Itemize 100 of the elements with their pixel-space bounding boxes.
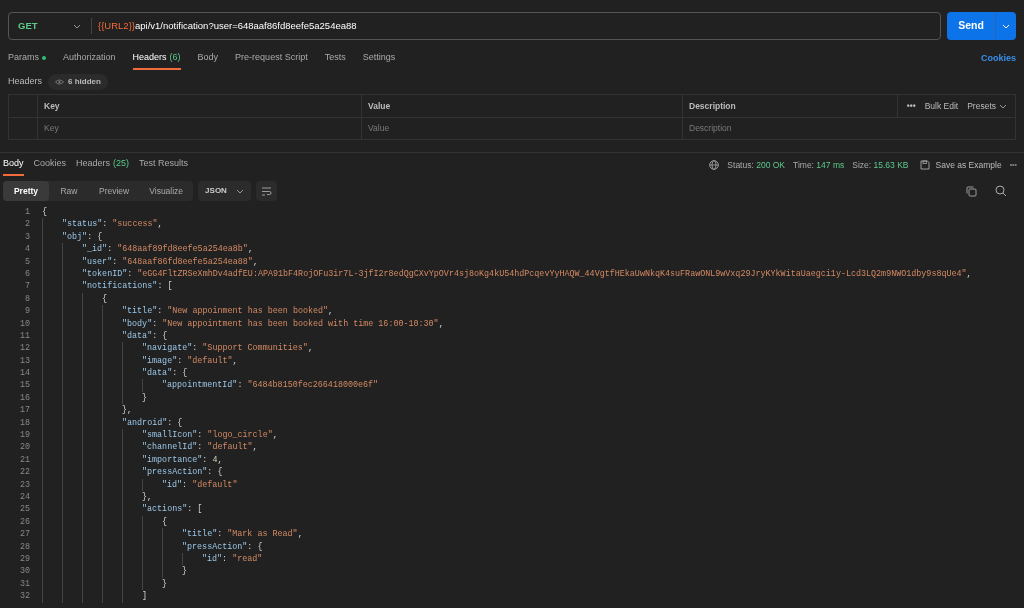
line-number: 18 bbox=[18, 416, 30, 430]
wrap-lines-button[interactable] bbox=[255, 181, 277, 201]
view-mode-tab[interactable]: Visualize bbox=[139, 181, 194, 201]
code-line: "user": "648aaf86fd8eefe5a254ea88", bbox=[82, 255, 258, 268]
line-number: 8 bbox=[23, 292, 30, 306]
response-tab[interactable]: Cookies bbox=[33, 154, 67, 176]
hidden-headers-toggle[interactable]: 6 hidden bbox=[48, 74, 108, 90]
code-line: "title": "Mark as Read", bbox=[182, 528, 303, 541]
copy-icon bbox=[966, 185, 977, 197]
line-number: 13 bbox=[18, 354, 30, 368]
line-number: 1 bbox=[23, 206, 30, 219]
save-as-example-button[interactable]: Save as Example bbox=[920, 158, 1002, 172]
code-line: { bbox=[162, 515, 168, 529]
line-number: 28 bbox=[18, 540, 30, 553]
request-tab[interactable]: Settings bbox=[362, 48, 396, 70]
response-tab[interactable]: Body bbox=[3, 154, 24, 176]
code-line: { bbox=[102, 292, 108, 306]
chevron-down-icon bbox=[235, 188, 244, 194]
code-line: "smallIcon": "logo_circle", bbox=[142, 429, 278, 442]
line-number: 24 bbox=[18, 491, 30, 504]
url-bar[interactable]: GET {{URL2}}api/v1/notification?user=648aaf86fd8eefe5a254ea88 bbox=[8, 12, 941, 40]
request-tab[interactable]: Pre-request Script bbox=[235, 48, 308, 70]
code-line: "pressAction": { bbox=[182, 540, 263, 553]
code-line: } bbox=[182, 565, 188, 578]
wrap-icon bbox=[260, 186, 272, 196]
request-tab[interactable]: Body bbox=[197, 48, 219, 70]
cookies-link[interactable]: Cookies bbox=[981, 52, 1016, 66]
section-title: Headers bbox=[8, 75, 43, 89]
code-line: "_id": "648aaf89fd8eefe5a254ea8b", bbox=[82, 243, 253, 256]
response-tab[interactable]: Headers (25) bbox=[76, 154, 130, 176]
line-number: 17 bbox=[18, 404, 30, 417]
line-number: 3 bbox=[23, 230, 30, 244]
chevron-down-icon bbox=[73, 23, 81, 29]
line-number: 12 bbox=[18, 342, 30, 355]
code-line: } bbox=[162, 577, 168, 591]
line-number: 27 bbox=[18, 528, 30, 541]
line-number: 22 bbox=[18, 466, 30, 479]
eye-icon bbox=[55, 79, 65, 85]
line-number: 23 bbox=[18, 478, 30, 491]
line-number: 14 bbox=[18, 367, 30, 380]
request-tab[interactable]: Tests bbox=[324, 48, 346, 70]
code-line: ] bbox=[142, 590, 148, 603]
column-header: Description bbox=[683, 95, 898, 117]
code-line: "android": { bbox=[122, 416, 183, 430]
line-number: 11 bbox=[18, 329, 30, 343]
view-mode-tab[interactable]: Preview bbox=[89, 181, 140, 201]
request-tab[interactable]: Params bbox=[8, 48, 46, 70]
code-line: }, bbox=[122, 404, 133, 417]
header-input[interactable]: Key bbox=[38, 118, 362, 139]
line-number: 26 bbox=[18, 515, 30, 529]
line-number: 16 bbox=[18, 391, 30, 405]
column-header: Value bbox=[362, 95, 683, 117]
line-number: 10 bbox=[18, 317, 30, 330]
line-number: 31 bbox=[18, 577, 30, 591]
line-number: 2 bbox=[23, 218, 30, 231]
response-tab[interactable]: Test Results bbox=[139, 154, 189, 176]
code-line: "obj": { bbox=[62, 230, 103, 244]
code-line: } bbox=[142, 391, 148, 405]
globe-icon bbox=[709, 160, 720, 170]
copy-button[interactable] bbox=[966, 185, 977, 197]
line-number: 4 bbox=[23, 243, 30, 256]
presets-dropdown[interactable]: Presets bbox=[967, 99, 1007, 113]
method-dropdown[interactable]: GET bbox=[9, 13, 91, 39]
save-icon bbox=[920, 160, 931, 170]
line-number: 9 bbox=[23, 305, 30, 318]
chevron-down-icon bbox=[1002, 23, 1010, 29]
request-tab[interactable]: Headers (6) bbox=[132, 48, 181, 70]
code-line: { bbox=[42, 206, 48, 219]
code-line: "tokenID": "eGG4FltZRSeXmhDv4adfEU:APA91bF4RojOFu3ir7L-3jfI2r8edQgCXvYpOVr4sj8oKg4kU54hdPcqevYyHAQW_44VgtfHEkaUwNkqK4suFRawONL9wVxq29JryKYkWitaUaegci1y-Lcd3LQ2m9NWO1dby9s8qUe4", bbox=[82, 267, 972, 281]
request-tab[interactable]: Authorization bbox=[63, 48, 116, 70]
chevron-down-icon bbox=[999, 103, 1007, 109]
code-line: "id": "read" bbox=[202, 552, 263, 566]
code-line: "data": { bbox=[122, 329, 168, 343]
request-url[interactable]: {{URL2}}api/v1/notification?user=648aaf86fd8eefe5a254ea88 bbox=[98, 18, 357, 34]
view-mode-tab[interactable]: Raw bbox=[49, 181, 89, 201]
code-line: "id": "default" bbox=[162, 478, 238, 491]
more-options-button[interactable]: ••• bbox=[906, 99, 916, 113]
code-line: "navigate": "Support Communities", bbox=[142, 342, 313, 355]
line-number: 19 bbox=[18, 429, 30, 442]
search-button[interactable] bbox=[995, 185, 1007, 197]
column-header: Key bbox=[38, 95, 362, 117]
line-number: 30 bbox=[18, 565, 30, 578]
line-number: 32 bbox=[18, 590, 30, 603]
bulk-edit-button[interactable]: Bulk Edit bbox=[924, 99, 959, 113]
header-input[interactable]: Description bbox=[683, 118, 898, 139]
code-line: "title": "New appoinment has been booked", bbox=[122, 305, 334, 318]
header-input[interactable]: Value bbox=[362, 118, 683, 139]
view-mode-tab[interactable]: Pretty bbox=[3, 181, 49, 201]
code-line: }, bbox=[142, 491, 153, 504]
line-number: 6 bbox=[23, 267, 30, 281]
code-line: "channelId": "default", bbox=[142, 441, 258, 454]
format-dropdown[interactable]: JSON bbox=[198, 181, 251, 201]
code-line: "notifications": [ bbox=[82, 280, 173, 293]
search-icon bbox=[995, 185, 1007, 197]
code-line: "appointmentId": "6484b8150fec266418000e6f" bbox=[162, 379, 379, 392]
code-line: "importance": 4, bbox=[142, 453, 223, 467]
line-number: 7 bbox=[23, 280, 30, 293]
status-text: Status: 200 OK bbox=[727, 158, 786, 172]
code-line: "data": { bbox=[142, 367, 188, 380]
code-line: "actions": [ bbox=[142, 503, 203, 516]
